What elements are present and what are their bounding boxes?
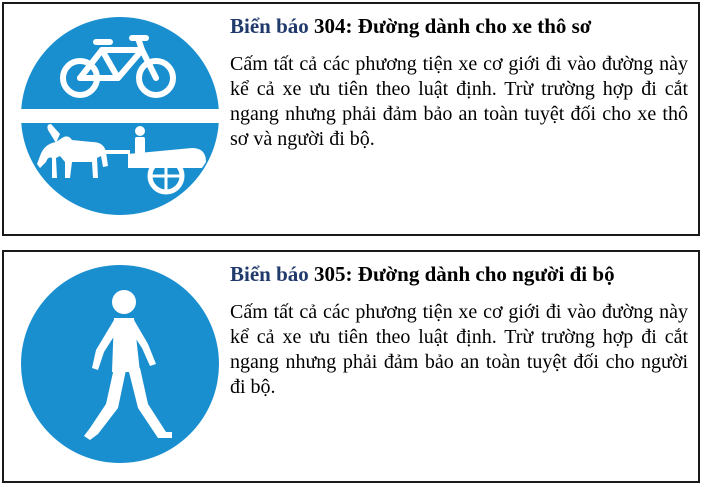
sign-304-text: Biển báo 304: Đường dành cho xe thô sơ C…: [230, 12, 688, 152]
sign-card-305: Biển báo 305: Đường dành cho người đi bộ…: [2, 250, 700, 483]
sign-305-text: Biển báo 305: Đường dành cho người đi bộ…: [230, 260, 688, 400]
sign-305-title: Biển báo 305: Đường dành cho người đi bộ: [230, 260, 688, 288]
bicycle-horse-cart-sign-icon: [20, 17, 220, 215]
sign-305-title-lead: Biển báo: [230, 262, 309, 286]
sign-304-title-rest: 304: Đường dành cho xe thô sơ: [314, 14, 592, 38]
sign-304-title-lead: Biển báo: [230, 14, 309, 38]
sign-304-description: Cấm tất cả các phương tiện xe cơ giới đi…: [230, 53, 688, 150]
sign-305-description: Cấm tất cả các phương tiện xe cơ giới đi…: [230, 301, 688, 398]
sign-305-title-rest: 305: Đường dành cho người đi bộ: [314, 262, 615, 286]
sign-304-title: Biển báo 304: Đường dành cho xe thô sơ: [230, 12, 688, 40]
pedestrian-sign-icon: [21, 265, 219, 463]
sign-card-304: Biển báo 304: Đường dành cho xe thô sơ C…: [2, 2, 700, 236]
